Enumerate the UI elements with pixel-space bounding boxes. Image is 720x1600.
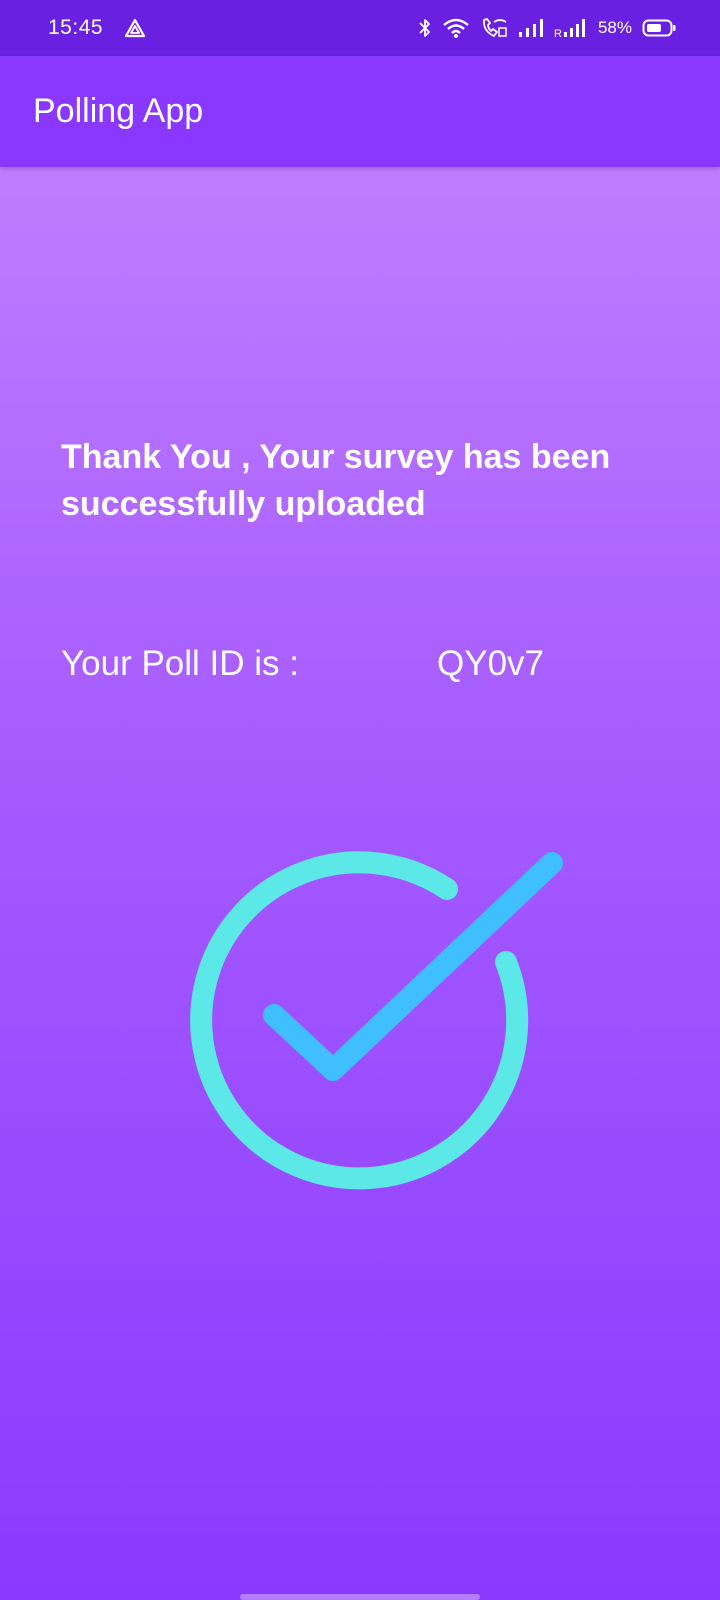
- screen: 15:45 R 58% Polling App Thank You , Your…: [0, 0, 720, 1600]
- battery-icon: [642, 16, 676, 40]
- wifi-calling-icon: [480, 16, 508, 40]
- poll-id-value: QY0v7: [437, 644, 544, 683]
- status-bar: 15:45 R 58%: [0, 0, 720, 56]
- status-icons: R 58%: [418, 16, 676, 40]
- content-area: Thank You , Your survey has been success…: [0, 167, 720, 1600]
- check-circle-icon: [180, 847, 580, 1207]
- status-time: 15:45: [48, 16, 104, 39]
- success-circle: [190, 851, 529, 1190]
- bluetooth-icon: [418, 16, 432, 40]
- svg-text:R: R: [554, 28, 562, 39]
- app-bar: Polling App: [0, 56, 720, 167]
- navigation-handle[interactable]: [240, 1594, 480, 1600]
- success-message: Thank You , Your survey has been success…: [61, 438, 611, 523]
- app-title: Polling App: [33, 92, 204, 130]
- navigation-icon: [123, 16, 147, 40]
- poll-id-row: Your Poll ID is : QY0v7: [61, 644, 621, 684]
- signal-icon: [518, 16, 544, 40]
- battery-percent: 58%: [597, 18, 632, 37]
- poll-id-label: Your Poll ID is :: [61, 644, 299, 683]
- roaming-signal-icon: R: [554, 16, 588, 40]
- wifi-icon: [442, 16, 470, 40]
